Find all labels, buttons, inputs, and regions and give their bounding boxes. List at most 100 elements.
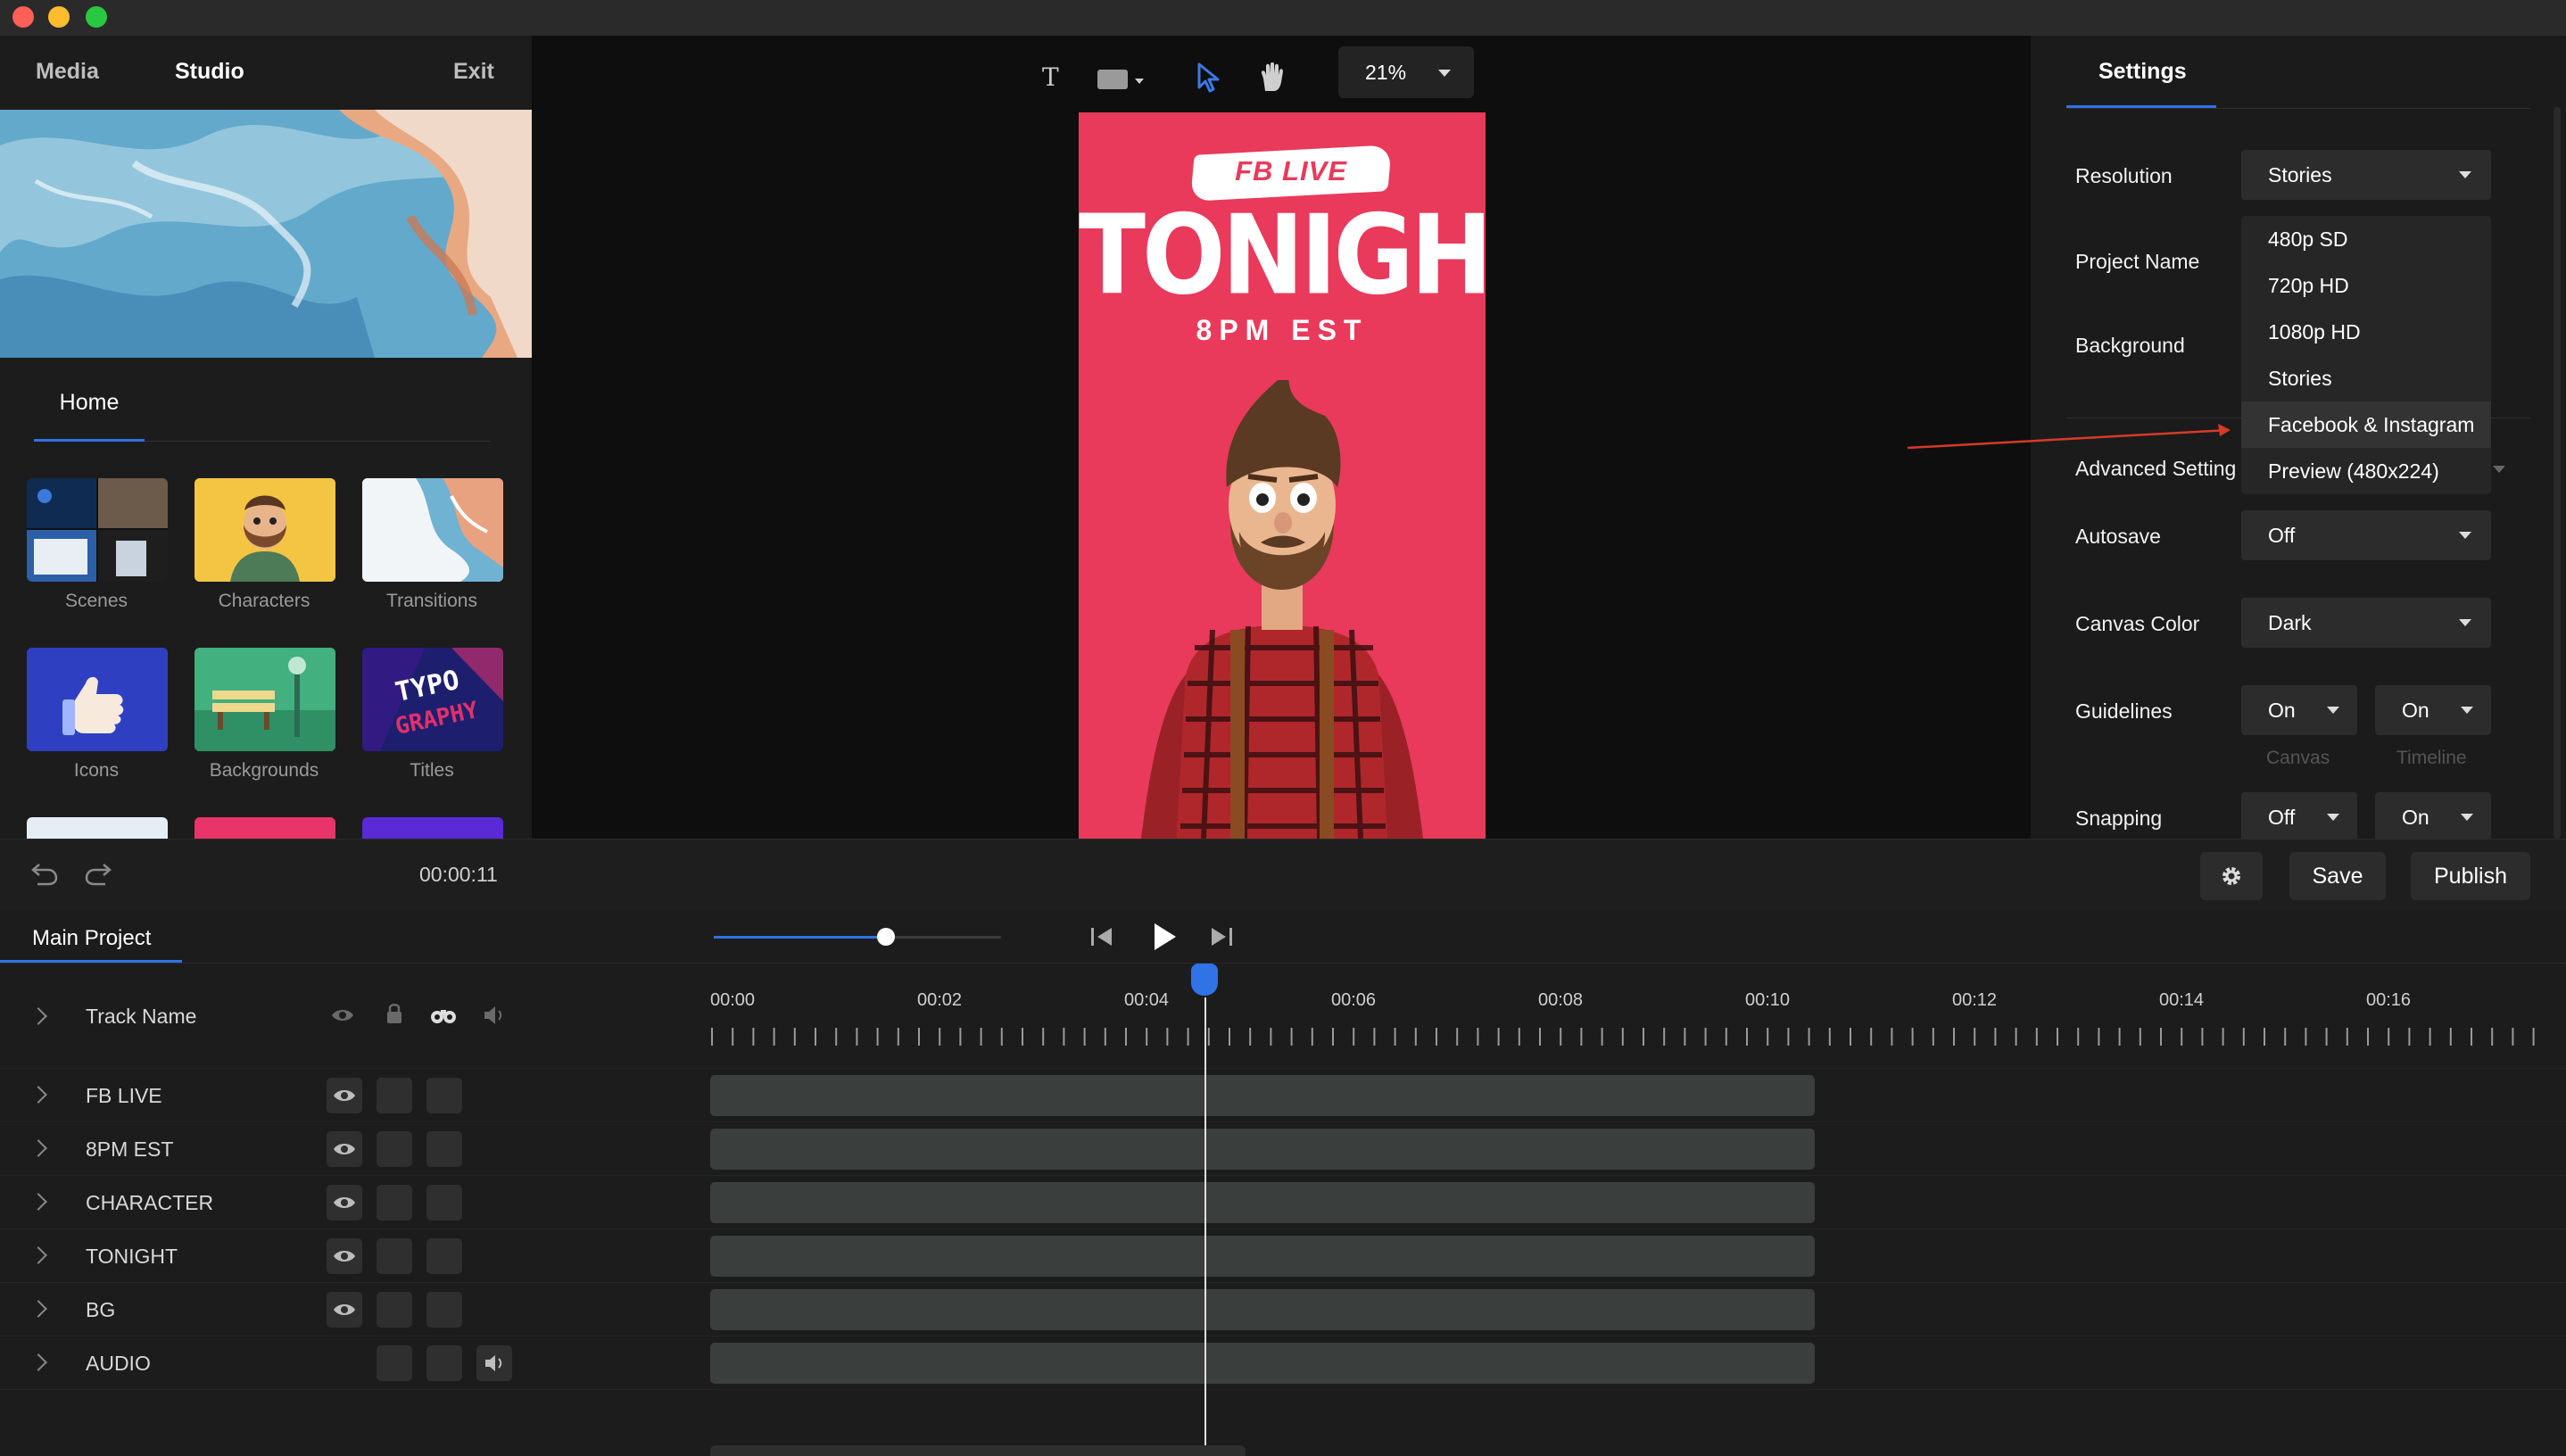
track-solo-toggle[interactable]: [426, 1131, 462, 1167]
option-1080p[interactable]: 1080p HD: [2241, 309, 2491, 355]
canvas-poster[interactable]: FB LIVE TONIGHT 8PM EST: [1079, 112, 1486, 839]
track-lock-toggle[interactable]: [377, 1238, 412, 1274]
select-pointer-icon[interactable]: [1196, 62, 1221, 99]
track-lock-toggle[interactable]: [377, 1131, 412, 1167]
skip-back-icon[interactable]: [1088, 924, 1115, 954]
chevron-right-icon[interactable]: [29, 1193, 47, 1211]
skip-forward-icon[interactable]: [1208, 924, 1235, 954]
track-lock-toggle[interactable]: [377, 1345, 412, 1381]
library-tile[interactable]: [362, 817, 503, 839]
option-facebook-instagram[interactable]: Facebook & Instagram: [2241, 401, 2491, 448]
tab-home[interactable]: Home: [34, 390, 145, 434]
character-figure[interactable]: [1079, 380, 1486, 839]
characters-thumbnail[interactable]: [195, 478, 335, 582]
track-visibility-toggle[interactable]: [327, 1078, 362, 1113]
track-row[interactable]: AUDIO: [0, 1336, 2566, 1390]
tab-studio[interactable]: Studio: [175, 59, 244, 85]
backgrounds-thumbnail[interactable]: [195, 648, 335, 751]
text-tool-icon[interactable]: T: [1042, 62, 1059, 92]
speaker-icon[interactable]: [482, 1005, 507, 1030]
track-row[interactable]: TONIGHT: [0, 1229, 2566, 1283]
titles-thumbnail[interactable]: TYPO GRAPHY: [362, 648, 503, 751]
autosave-select[interactable]: Off: [2241, 510, 2491, 560]
chevron-right-icon[interactable]: [29, 1353, 47, 1371]
scenes-thumbnail[interactable]: [27, 478, 168, 582]
track-clip[interactable]: [710, 1289, 1815, 1330]
track-row[interactable]: 8PM EST: [0, 1122, 2566, 1176]
track-lock-toggle[interactable]: [377, 1292, 412, 1328]
track-lock-toggle[interactable]: [377, 1185, 412, 1220]
resolution-select[interactable]: Stories: [2241, 150, 2491, 200]
exit-button[interactable]: Exit: [453, 59, 494, 85]
lock-icon[interactable]: [385, 1003, 403, 1029]
track-row[interactable]: FB LIVE: [0, 1069, 2566, 1122]
chevron-down-icon[interactable]: [2493, 466, 2505, 473]
option-480p[interactable]: 480p SD: [2241, 216, 2491, 262]
advanced-setting-label[interactable]: Advanced Setting: [2075, 457, 2236, 481]
track-visibility-toggle[interactable]: [327, 1292, 362, 1328]
close-window-button[interactable]: [12, 6, 34, 28]
timeline-horizontal-scrollbar[interactable]: [710, 1445, 1246, 1456]
track-row[interactable]: BG: [0, 1283, 2566, 1336]
maximize-window-button[interactable]: [86, 6, 107, 28]
eye-icon[interactable]: [330, 1006, 355, 1029]
transitions-thumbnail[interactable]: [362, 478, 503, 582]
chevron-right-icon[interactable]: [29, 1007, 47, 1025]
library-tile[interactable]: [27, 817, 168, 839]
track-clip[interactable]: [710, 1075, 1815, 1116]
shape-tool-icon[interactable]: [1097, 68, 1149, 99]
track-solo-toggle[interactable]: [426, 1238, 462, 1274]
track-solo-toggle[interactable]: [426, 1078, 462, 1113]
zoom-select[interactable]: 21%: [1338, 46, 1474, 98]
redo-icon[interactable]: [84, 859, 112, 890]
snapping-timeline-select[interactable]: On: [2375, 792, 2491, 839]
poster-headline[interactable]: TONIGHT: [1079, 191, 1486, 318]
settings-scrollbar[interactable]: [2554, 107, 2561, 839]
track-solo-toggle[interactable]: [426, 1185, 462, 1220]
track-name[interactable]: FB LIVE: [86, 1084, 162, 1108]
track-name[interactable]: TONIGHT: [86, 1245, 178, 1269]
chevron-right-icon[interactable]: [29, 1246, 47, 1264]
canvas-color-select[interactable]: Dark: [2241, 598, 2491, 648]
track-visibility-toggle[interactable]: [327, 1238, 362, 1274]
settings-gear-button[interactable]: [2200, 852, 2263, 900]
track-name[interactable]: AUDIO: [86, 1352, 151, 1376]
chevron-right-icon[interactable]: [29, 1300, 47, 1318]
track-solo-toggle[interactable]: [426, 1345, 462, 1381]
track-mute-toggle[interactable]: [476, 1345, 512, 1381]
publish-button[interactable]: Publish: [2411, 852, 2530, 900]
track-clip[interactable]: [710, 1182, 1815, 1223]
track-name[interactable]: 8PM EST: [86, 1138, 173, 1162]
track-visibility-toggle[interactable]: [327, 1185, 362, 1220]
option-720p[interactable]: 720p HD: [2241, 262, 2491, 309]
track-name[interactable]: CHARACTER: [86, 1191, 213, 1215]
save-button[interactable]: Save: [2289, 852, 2386, 900]
minimize-window-button[interactable]: [48, 6, 70, 28]
tab-media[interactable]: Media: [36, 59, 99, 85]
guidelines-timeline-select[interactable]: On: [2375, 685, 2491, 735]
option-stories[interactable]: Stories: [2241, 355, 2491, 401]
play-icon[interactable]: [1151, 921, 1178, 957]
track-row[interactable]: CHARACTER: [0, 1176, 2566, 1229]
library-tile[interactable]: [195, 817, 335, 839]
snapping-canvas-select[interactable]: Off: [2241, 792, 2357, 839]
tab-main-project[interactable]: Main Project: [32, 926, 151, 951]
track-solo-toggle[interactable]: [426, 1292, 462, 1328]
poster-tag-text[interactable]: FB LIVE: [1193, 155, 1389, 187]
hand-tool-icon[interactable]: [1258, 62, 1285, 99]
playhead-handle[interactable]: [1191, 964, 1218, 996]
binoculars-icon[interactable]: [430, 1005, 457, 1029]
chevron-right-icon[interactable]: [29, 1139, 47, 1157]
guidelines-canvas-select[interactable]: On: [2241, 685, 2357, 735]
poster-time-text[interactable]: 8PM EST: [1079, 314, 1486, 347]
timeline-ruler[interactable]: [710, 1026, 2548, 1047]
settings-title[interactable]: Settings: [2098, 59, 2187, 85]
track-clip[interactable]: [710, 1236, 1815, 1277]
option-preview[interactable]: Preview (480x224): [2241, 448, 2491, 494]
icons-thumbnail[interactable]: [27, 648, 168, 751]
volume-slider-handle[interactable]: [877, 928, 896, 946]
chevron-right-icon[interactable]: [29, 1086, 47, 1104]
track-clip[interactable]: [710, 1129, 1815, 1170]
track-name[interactable]: BG: [86, 1298, 115, 1322]
track-visibility-toggle[interactable]: [327, 1131, 362, 1167]
